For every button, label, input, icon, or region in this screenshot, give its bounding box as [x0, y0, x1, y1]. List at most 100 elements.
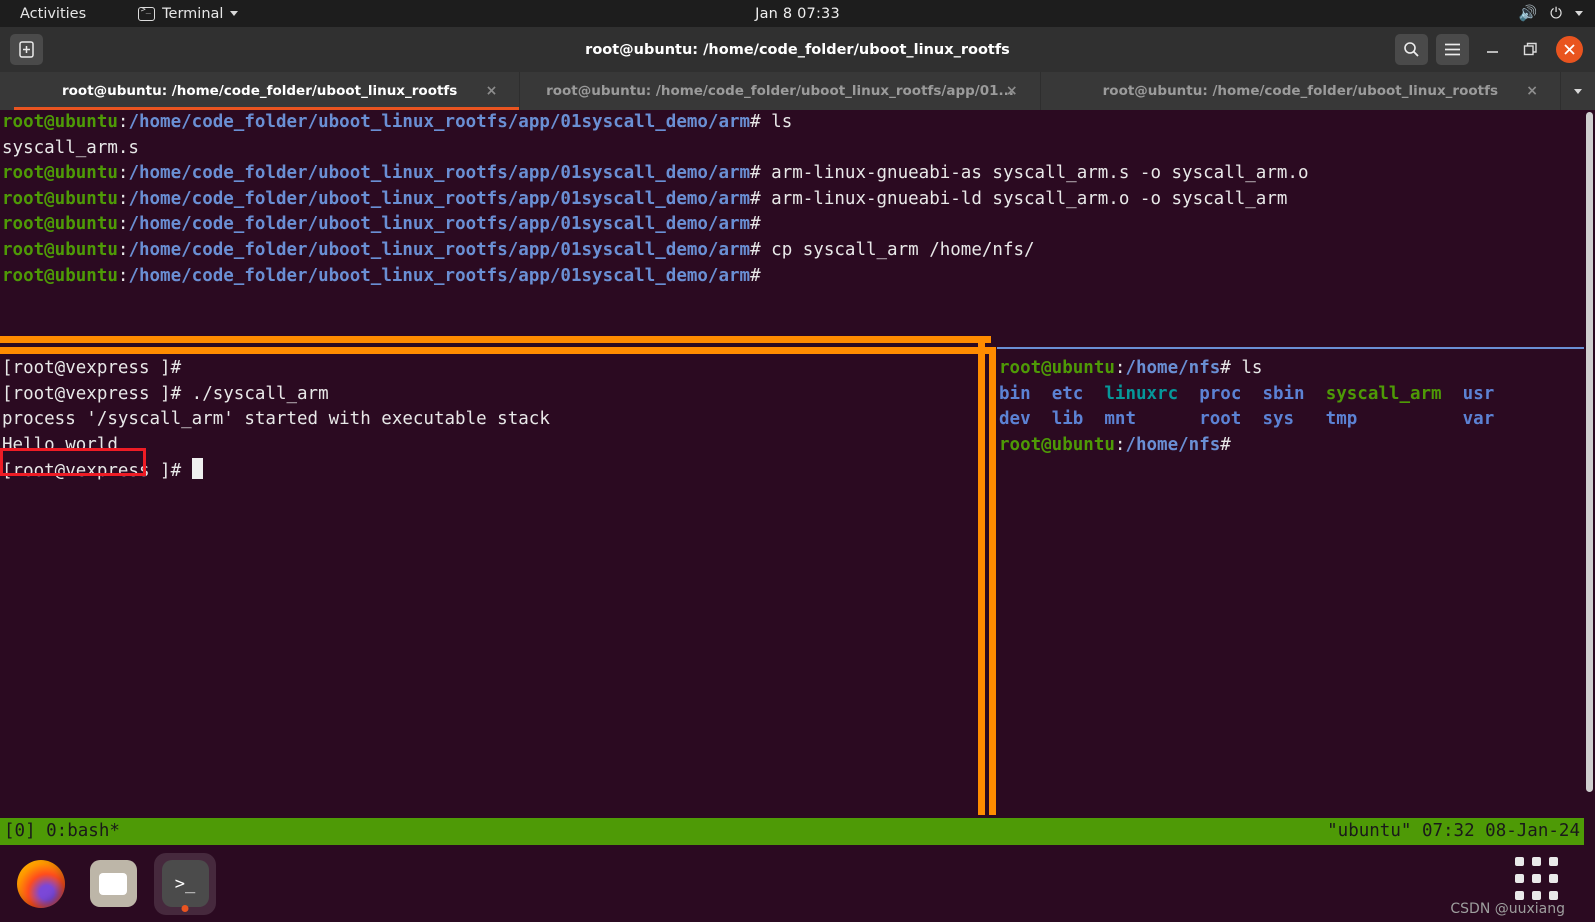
prompt-user: root@ubuntu [2, 265, 118, 286]
command-text: arm-linux-gnueabi-as syscall_arm.s -o sy… [771, 163, 1309, 184]
pane-left-command: ./syscall_arm [181, 383, 329, 404]
pane-right-colon: : [1114, 358, 1126, 378]
pane-right-prompt-symbol: # [1220, 434, 1231, 455]
close-icon [1564, 44, 1575, 55]
tmux-pane-border-right-top [997, 347, 1584, 349]
prompt-path: /home/code_folder/uboot_linux_rootfs/app… [128, 239, 751, 260]
dock-item-files[interactable] [82, 853, 144, 915]
tab-2-close-icon[interactable]: × [1526, 83, 1538, 99]
prompt-path: /home/code_folder/uboot_linux_rootfs/app… [128, 188, 751, 209]
window-title: root@ubuntu: /home/code_folder/uboot_lin… [585, 41, 1010, 58]
terminal-line: root@ubuntu:/home/code_folder/uboot_linu… [2, 212, 1584, 238]
window-titlebar: root@ubuntu: /home/code_folder/uboot_lin… [0, 27, 1595, 72]
prompt-user: root@ubuntu [2, 188, 118, 209]
prompt-user: root@ubuntu [2, 163, 118, 184]
prompt-colon: : [117, 163, 129, 184]
tmux-status-left: [0] 0:bash* [4, 820, 120, 841]
command-text: arm-linux-gnueabi-ld syscall_arm.o -o sy… [771, 188, 1288, 209]
prompt-colon: : [117, 188, 129, 209]
pane-right-colon: : [1114, 434, 1126, 455]
apps-grid-icon[interactable] [1515, 857, 1558, 900]
terminal-cursor [191, 458, 203, 480]
maximize-button[interactable] [1515, 35, 1545, 65]
firefox-icon [17, 859, 65, 908]
new-tab-button[interactable] [10, 34, 43, 65]
terminal-scrollbar[interactable] [1584, 110, 1595, 845]
clock[interactable]: Jan 8 07:33 [755, 6, 840, 22]
pane-right-path: /home/nfs [1125, 358, 1221, 378]
command-text: cp syscall_arm /home/nfs/ [771, 239, 1035, 260]
tab-overflow-button[interactable] [1561, 72, 1595, 110]
tmux-session: [root@vexpress ]# [root@vexpress ]# ./sy… [0, 328, 1584, 845]
prompt-symbol: # [750, 163, 772, 184]
app-menu-terminal[interactable]: Terminal [132, 4, 244, 24]
pane-right-command: ls [1241, 358, 1263, 378]
files-icon [89, 860, 137, 907]
dock: >_ CSDN @uuxiang [0, 845, 1595, 922]
pane-left-prompt-line: [root@vexpress ]# [2, 358, 182, 378]
terminal-line: root@ubuntu:/home/code_folder/uboot_linu… [2, 238, 1584, 264]
prompt-user: root@ubuntu [2, 239, 118, 260]
pane-right-prompt-line: root@ubuntu:/home/nfs# ls [999, 356, 1584, 382]
tab-bar: root@ubuntu: /home/code_folder/uboot_lin… [0, 72, 1595, 110]
scrollbar-thumb[interactable] [1586, 112, 1593, 792]
prompt-symbol: # [750, 112, 772, 132]
terminal-icon [138, 5, 156, 21]
terminal-line: root@ubuntu:/home/code_folder/uboot_linu… [2, 110, 1584, 136]
tmux-pane-vertical-border-2[interactable] [989, 347, 996, 815]
tab-0[interactable]: root@ubuntu: /home/code_folder/uboot_lin… [0, 72, 521, 110]
tmux-pane-vertical-border[interactable] [978, 336, 985, 815]
activities-button[interactable]: Activities [12, 4, 94, 24]
tab-2[interactable]: root@ubuntu: /home/code_folder/uboot_lin… [1041, 72, 1561, 110]
pane-right-ls-row-1: bin etc linuxrc proc sbin syscall_arm us… [999, 383, 1495, 404]
pane-right-prompt-symbol: # [1220, 358, 1242, 378]
tab-1-close-icon[interactable]: × [1006, 83, 1018, 99]
pane-right-user: root@ubuntu [999, 358, 1115, 378]
system-tray[interactable]: 🔊 ⏻ [1518, 6, 1583, 21]
close-button[interactable] [1556, 36, 1583, 63]
volume-icon[interactable]: 🔊 [1518, 6, 1537, 21]
prompt-path: /home/code_folder/uboot_linux_rootfs/app… [128, 214, 751, 235]
dock-item-terminal[interactable]: >_ [154, 852, 216, 915]
terminal-line: root@ubuntu:/home/code_folder/uboot_linu… [2, 187, 1584, 213]
prompt-path: /home/code_folder/uboot_linux_rootfs/app… [128, 112, 751, 132]
new-tab-icon [19, 41, 34, 58]
tmux-pane-right[interactable]: root@ubuntu:/home/nfs# ls bin etc linuxr… [997, 356, 1584, 815]
prompt-user: root@ubuntu [2, 214, 118, 235]
tmux-pane-border-top-2 [0, 347, 991, 354]
dock-item-firefox[interactable] [10, 853, 72, 915]
terminal-icon: >_ [161, 860, 209, 907]
pane-left-final-prompt: [root@vexpress ]# [2, 461, 182, 482]
tmux-pane-left[interactable]: [root@vexpress ]# [root@vexpress ]# ./sy… [0, 356, 978, 815]
minimize-icon [1486, 51, 1498, 53]
pane-right-user: root@ubuntu [999, 434, 1115, 455]
minimize-button[interactable] [1477, 35, 1507, 65]
terminal-line: root@ubuntu:/home/code_folder/uboot_linu… [2, 264, 1584, 290]
menu-button[interactable] [1436, 34, 1469, 65]
prompt-path: /home/code_folder/uboot_linux_rootfs/app… [128, 265, 751, 286]
prompt-colon: : [117, 265, 129, 286]
chevron-down-icon [1573, 88, 1582, 94]
terminal-content[interactable]: root@ubuntu:/home/code_folder/uboot_linu… [0, 110, 1595, 845]
search-button[interactable] [1395, 34, 1428, 65]
command-text: ls [771, 112, 793, 132]
screen-root: Activities Terminal Jan 8 07:33 🔊 ⏻ root… [0, 0, 1595, 922]
prompt-user: root@ubuntu [2, 112, 118, 132]
pane-left-prompt: [root@vexpress ]# [2, 383, 182, 404]
window-controls [1395, 34, 1595, 65]
tray-chevron-down-icon[interactable] [1575, 11, 1583, 16]
tab-0-close-icon[interactable]: × [486, 83, 498, 99]
tab-2-label: root@ubuntu: /home/code_folder/uboot_lin… [1102, 83, 1498, 99]
tmux-status-bar: [0] 0:bash* "ubuntu" 07:32 08-Jan-24 [0, 818, 1584, 845]
pane-right-ls-row-2: dev lib mnt root sys tmp var [999, 409, 1495, 430]
prompt-symbol: # [750, 265, 772, 286]
prompt-path: /home/code_folder/uboot_linux_rootfs/app… [128, 163, 751, 184]
terminal-output: syscall_arm.s [2, 137, 139, 158]
terminal-window: root@ubuntu: /home/code_folder/uboot_lin… [0, 27, 1595, 845]
tab-0-label: root@ubuntu: /home/code_folder/uboot_lin… [61, 83, 458, 99]
terminal-line: root@ubuntu:/home/code_folder/uboot_linu… [2, 161, 1584, 187]
power-icon[interactable]: ⏻ [1550, 6, 1562, 21]
pane-left-command-line: [root@vexpress ]# ./syscall_arm [2, 382, 978, 408]
prompt-symbol: # [750, 188, 772, 209]
tab-1[interactable]: root@ubuntu: /home/code_folder/uboot_lin… [520, 72, 1041, 110]
